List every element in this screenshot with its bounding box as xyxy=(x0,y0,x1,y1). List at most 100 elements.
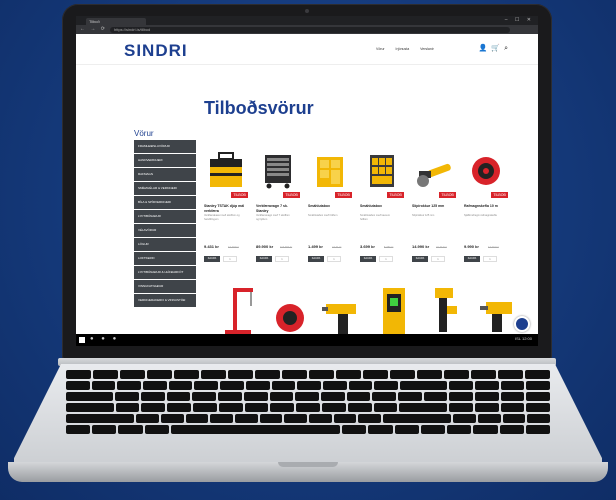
keyboard-key[interactable] xyxy=(525,370,550,379)
quantity-field[interactable]: 1 xyxy=(379,256,393,262)
rotary-hammer-icon[interactable] xyxy=(476,278,520,338)
keyboard-key[interactable] xyxy=(420,425,446,434)
keyboard-key[interactable] xyxy=(296,403,320,412)
keyboard-key[interactable] xyxy=(259,414,283,423)
keyboard-key[interactable] xyxy=(92,425,117,434)
user-icon[interactable]: 👤 xyxy=(479,45,492,52)
keyboard-key[interactable] xyxy=(297,381,321,390)
browser-nav-icons[interactable]: ← → ⟳ xyxy=(80,26,107,32)
keyboard-key[interactable] xyxy=(444,370,469,379)
keyboard-key[interactable] xyxy=(423,392,448,401)
keyboard-key[interactable] xyxy=(336,370,361,379)
nav-item-thjonusta[interactable]: Þjónusta xyxy=(396,47,410,51)
keyboard-key[interactable] xyxy=(358,414,382,423)
keyboard-key[interactable] xyxy=(141,392,165,401)
keyboard-key[interactable] xyxy=(194,381,219,390)
sidebar-item[interactable]: VINNUFATNAÐUR xyxy=(134,280,196,293)
start-button[interactable] xyxy=(79,337,85,343)
keyboard-key[interactable] xyxy=(115,403,140,412)
product-card[interactable]: TILBOÐ Smáhlutabox Smáhlutabox með hólfu… xyxy=(308,146,352,274)
keyboard-key[interactable] xyxy=(475,381,499,390)
engine-crane-icon[interactable] xyxy=(216,278,260,338)
keyboard-key[interactable] xyxy=(166,392,191,401)
keyboard-key[interactable] xyxy=(474,403,499,412)
hammer-drill-icon[interactable] xyxy=(320,278,364,338)
product-card[interactable]: TILBOÐ Smáhlutabox Smáhlutabox með lausu… xyxy=(360,146,404,274)
keyboard-key[interactable] xyxy=(255,370,280,379)
keyboard-key[interactable] xyxy=(526,381,551,390)
sidebar-item[interactable]: LÖGUR xyxy=(134,238,196,251)
keyboard-key[interactable] xyxy=(243,392,268,401)
keyboard-key[interactable] xyxy=(118,425,143,434)
keyboard-key[interactable] xyxy=(115,392,140,401)
site-logo[interactable]: SINDRI xyxy=(124,41,188,61)
quantity-field[interactable]: 1 xyxy=(431,256,445,262)
keyboard-key[interactable] xyxy=(192,403,217,412)
quantity-field[interactable]: 1 xyxy=(223,256,237,262)
product-name[interactable]: Slípirokkur 125 mm xyxy=(412,204,456,209)
buy-button[interactable]: KAUPA xyxy=(256,256,272,262)
organizer-icon[interactable] xyxy=(308,146,352,194)
keyboard-key[interactable] xyxy=(66,425,91,434)
buy-button[interactable]: KAUPA xyxy=(464,256,480,262)
search-icon[interactable]: ⌕ xyxy=(504,45,512,52)
keyboard-key[interactable] xyxy=(234,414,258,423)
keyboard-key[interactable] xyxy=(141,403,166,412)
spacebar-key[interactable] xyxy=(170,425,341,434)
keyboard-key[interactable] xyxy=(168,381,193,390)
keyboard-key[interactable] xyxy=(473,425,498,434)
keyboard-key[interactable] xyxy=(167,403,191,412)
keyboard-key[interactable] xyxy=(500,403,525,412)
keyboard-key[interactable] xyxy=(500,381,525,390)
keyboard-key[interactable] xyxy=(342,425,367,434)
keyboard-key[interactable] xyxy=(390,370,415,379)
keyboard-key[interactable] xyxy=(394,425,419,434)
keyboard-key[interactable] xyxy=(66,392,114,401)
keyboard-key[interactable] xyxy=(320,392,345,401)
keyboard-key[interactable] xyxy=(282,370,307,379)
keyboard-key[interactable] xyxy=(210,414,233,423)
keyboard-key[interactable] xyxy=(374,381,398,390)
product-name[interactable]: Smáhlutabox xyxy=(308,204,352,209)
keyboard-key[interactable] xyxy=(174,370,199,379)
address-bar[interactable]: https://sindri.is/tilbod xyxy=(110,26,510,33)
keyboard-key[interactable] xyxy=(499,425,524,434)
keyboard-key[interactable] xyxy=(218,392,242,401)
keyboard-key[interactable] xyxy=(245,381,270,390)
buy-button[interactable]: KAUPA xyxy=(412,256,428,262)
sidebar-item[interactable]: LYFTIBÚNAÐUR xyxy=(134,210,196,223)
keyboard-key[interactable] xyxy=(120,370,145,379)
nav-item-vorur[interactable]: Vörur xyxy=(376,47,385,51)
keyboard-key[interactable] xyxy=(477,414,501,423)
cart-icon[interactable]: 🛒 xyxy=(491,45,504,52)
product-card[interactable]: TILBOÐ Rafmagnskefla 10 m Sjálfinndregin… xyxy=(464,146,508,274)
keyboard-key[interactable] xyxy=(322,381,347,390)
quantity-field[interactable]: 1 xyxy=(327,256,341,262)
keyboard-key[interactable] xyxy=(270,403,295,412)
keyboard-key[interactable] xyxy=(526,403,551,412)
product-card[interactable]: TILBOÐ Slípirokkur 125 mm Slípirokkur 12… xyxy=(412,146,456,274)
keyboard-key[interactable] xyxy=(346,392,371,401)
keyboard-key[interactable] xyxy=(218,403,243,412)
sidebar-item[interactable]: FRAMLEIÐSLUVÖRUR xyxy=(134,140,196,153)
keyboard-key[interactable] xyxy=(372,392,396,401)
keyboard-key[interactable] xyxy=(498,370,523,379)
keyboard-key[interactable] xyxy=(271,381,296,390)
keyboard-key[interactable] xyxy=(383,414,452,423)
keyboard-key[interactable] xyxy=(321,403,346,412)
sidebar-item[interactable]: VÉLAVÖRUR xyxy=(134,224,196,237)
buy-button[interactable]: KAUPA xyxy=(308,256,324,262)
keyboard-key[interactable] xyxy=(228,370,253,379)
system-tray[interactable]: ISL 12:00 xyxy=(515,336,532,341)
window-controls[interactable]: – ☐ ✕ xyxy=(505,17,534,23)
keyboard-key[interactable] xyxy=(117,381,142,390)
keyboard-key[interactable] xyxy=(66,370,91,379)
keyboard-key[interactable] xyxy=(502,414,526,423)
keyboard-key[interactable] xyxy=(201,370,226,379)
keyboard-key[interactable] xyxy=(91,381,116,390)
keyboard-key[interactable] xyxy=(348,381,373,390)
nav-item-verslanir[interactable]: Verslanir xyxy=(420,47,434,51)
nail-gun-icon[interactable] xyxy=(424,278,468,338)
keyboard-key[interactable] xyxy=(160,414,184,423)
keyboard-key[interactable] xyxy=(525,425,550,434)
